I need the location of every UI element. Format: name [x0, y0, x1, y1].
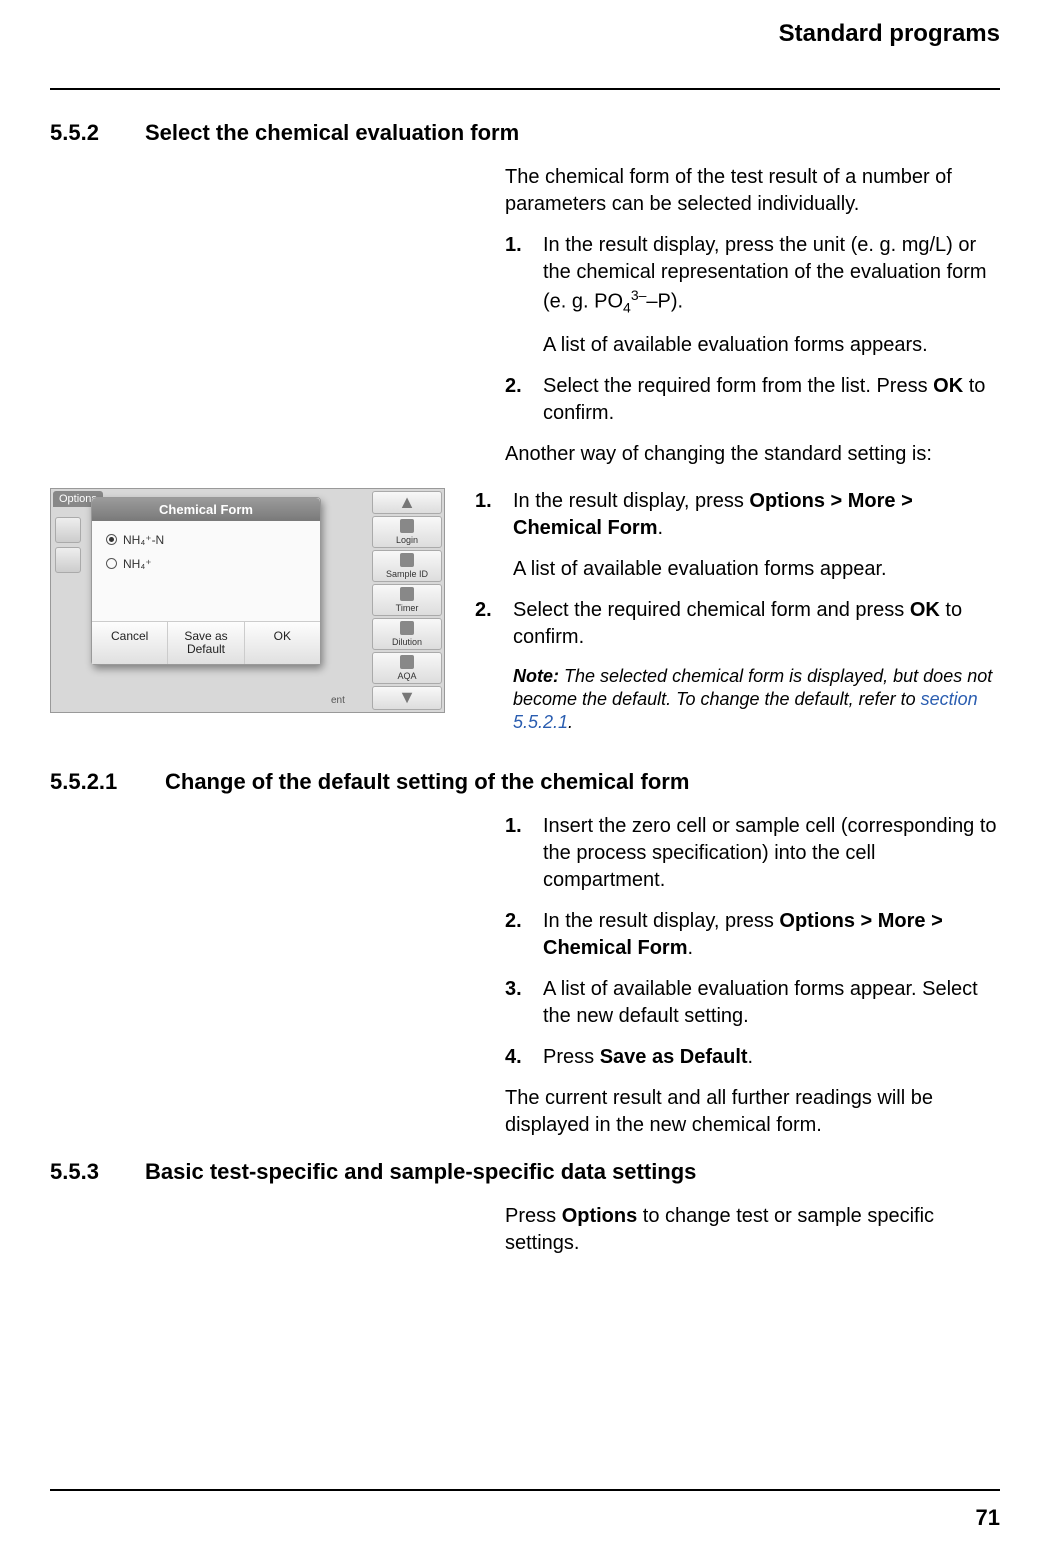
ss-dialog-buttons: Cancel Save as Default OK	[92, 621, 320, 664]
step-number: 4.	[505, 1044, 543, 1071]
step-text: Press Save as Default.	[543, 1044, 1000, 1071]
section-title: Select the chemical evaluation form	[145, 120, 519, 146]
step-4: 4. Press Save as Default.	[505, 1044, 1000, 1071]
step-a2: 2. Select the required form from the lis…	[505, 373, 1000, 427]
step-text: Select the required chemical form and pr…	[513, 597, 1000, 651]
steps-list-a: 1. In the result display, press the unit…	[505, 232, 1000, 318]
ss-aqa-button: AQA	[372, 652, 442, 684]
section-5-5-2-intro-block: The chemical form of the test result of …	[505, 164, 1000, 468]
dilution-icon	[400, 621, 414, 635]
ss-save-default-button: Save as Default	[168, 622, 244, 664]
ss-sample-id-button: Sample ID	[372, 550, 442, 582]
radio-icon	[106, 534, 117, 545]
ss-left-icon	[55, 517, 81, 543]
step-number: 2.	[505, 373, 543, 427]
section-5-5-3-body: Press Options to change test or sample s…	[505, 1203, 1000, 1257]
ss-radio-nh4-n: NH₄⁺-N	[106, 533, 306, 547]
step-a1-followup: A list of available evaluation forms app…	[543, 332, 1000, 359]
ss-dialog-title: Chemical Form	[92, 498, 320, 521]
section-5-5-3-heading: 5.5.3 Basic test-specific and sample-spe…	[50, 1159, 1000, 1185]
alt-intro: Another way of changing the standard set…	[505, 441, 1000, 468]
step-b2: 2. Select the required chemical form and…	[475, 597, 1000, 651]
radio-icon	[106, 558, 117, 569]
intro-paragraph: The chemical form of the test result of …	[505, 164, 1000, 218]
ss-timer-button: Timer	[372, 584, 442, 616]
screenshot-and-steps-row: Options Chemical Form NH₄⁺-N NH₄⁺ Cancel…	[50, 488, 1000, 749]
ss-radio-nh4: NH₄⁺	[106, 557, 306, 571]
step-text: In the result display, press the unit (e…	[543, 232, 1000, 318]
step-number: 1.	[505, 813, 543, 894]
step-number: 1.	[505, 232, 543, 318]
ss-dilution-button: Dilution	[372, 618, 442, 650]
section-5-5-2-1-body: 1. Insert the zero cell or sample cell (…	[505, 813, 1000, 1139]
step-text: Select the required form from the list. …	[543, 373, 1000, 427]
step-3: 3. A list of available evaluation forms …	[505, 976, 1000, 1030]
ss-right-sidebar: ▲ Login Sample ID Timer Dilution AQA ▼	[372, 491, 442, 710]
ss-left-icon	[55, 547, 81, 573]
chemical-form-dialog-screenshot: Options Chemical Form NH₄⁺-N NH₄⁺ Cancel…	[50, 488, 445, 713]
page-number: 71	[976, 1505, 1000, 1531]
ss-ok-button: OK	[245, 622, 320, 664]
step-b1-followup: A list of available evaluation forms app…	[513, 556, 1000, 583]
running-header: Standard programs	[50, 20, 1000, 58]
radio-label: NH₄⁺	[123, 557, 152, 571]
section-title: Basic test-specific and sample-specific …	[145, 1159, 696, 1185]
footer-rule	[50, 1489, 1000, 1491]
section-number: 5.5.2.1	[50, 769, 165, 795]
section-number: 5.5.3	[50, 1159, 145, 1185]
step-number: 2.	[475, 597, 513, 651]
note-paragraph: Note: The selected chemical form is disp…	[513, 665, 1000, 735]
ss-bottom-fragment: ent	[331, 695, 345, 706]
step-number: 3.	[505, 976, 543, 1030]
step-number: 1.	[475, 488, 513, 542]
steps-list-5521: 1. Insert the zero cell or sample cell (…	[505, 813, 1000, 1071]
step-a1: 1. In the result display, press the unit…	[505, 232, 1000, 318]
step-text: In the result display, press Options > M…	[543, 908, 1000, 962]
steps-b-block: 1. In the result display, press Options …	[475, 488, 1000, 749]
radio-label: NH₄⁺-N	[123, 533, 164, 547]
login-icon	[400, 519, 414, 533]
step-text: A list of available evaluation forms app…	[543, 976, 1000, 1030]
ss-dialog-body: NH₄⁺-N NH₄⁺	[92, 521, 320, 621]
section-5-5-2-heading: 5.5.2 Select the chemical evaluation for…	[50, 120, 1000, 146]
step-1: 1. Insert the zero cell or sample cell (…	[505, 813, 1000, 894]
ss-down-arrow-icon: ▼	[372, 686, 442, 709]
step-number: 2.	[505, 908, 543, 962]
aqa-icon	[400, 655, 414, 669]
outro-paragraph: The current result and all further readi…	[505, 1085, 1000, 1139]
ss-login-button: Login	[372, 516, 442, 548]
section-5-5-2-1-heading: 5.5.2.1 Change of the default setting of…	[50, 769, 1000, 795]
ss-up-arrow-icon: ▲	[372, 491, 442, 514]
ss-dialog: Chemical Form NH₄⁺-N NH₄⁺ Cancel Save as…	[91, 497, 321, 665]
steps-list-b: 1. In the result display, press Options …	[475, 488, 1000, 542]
ss-cancel-button: Cancel	[92, 622, 168, 664]
section-number: 5.5.2	[50, 120, 145, 146]
body-paragraph: Press Options to change test or sample s…	[505, 1203, 1000, 1257]
step-b1: 1. In the result display, press Options …	[475, 488, 1000, 542]
header-rule	[50, 88, 1000, 90]
timer-icon	[400, 587, 414, 601]
step-text: Insert the zero cell or sample cell (cor…	[543, 813, 1000, 894]
section-title: Change of the default setting of the che…	[165, 769, 689, 795]
steps-list-a2: 2. Select the required form from the lis…	[505, 373, 1000, 427]
sample-icon	[400, 553, 414, 567]
steps-list-b2: 2. Select the required chemical form and…	[475, 597, 1000, 651]
step-2: 2. In the result display, press Options …	[505, 908, 1000, 962]
step-text: In the result display, press Options > M…	[513, 488, 1000, 542]
ss-left-toolbar	[55, 517, 85, 573]
